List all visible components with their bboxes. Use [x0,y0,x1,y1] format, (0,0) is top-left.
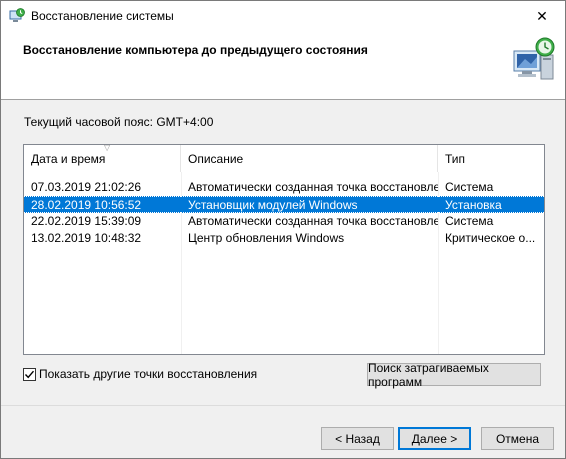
cell-date: 07.03.2019 21:02:26 [31,180,142,194]
cell-type: Система [445,214,494,228]
title-bar[interactable]: Восстановление системы ✕ [1,1,565,31]
show-more-label: Показать другие точки восстановления [39,367,258,381]
timezone-label: Текущий часовой пояс: GMT+4:00 [24,115,214,129]
page-title: Восстановление компьютера до предыдущего… [23,43,368,57]
cancel-button[interactable]: Отмена [481,427,554,450]
column-header-date[interactable]: ▽ Дата и время [24,143,181,172]
sort-down-icon: ▽ [104,143,111,152]
restore-computer-icon [511,37,557,81]
show-more-points-option[interactable]: Показать другие точки восстановления [23,366,257,382]
window-title: Восстановление системы [31,9,174,23]
cell-type: Критическое о... [445,231,536,245]
table-row[interactable]: 07.03.2019 21:02:26 Автоматически созданн… [24,179,544,196]
cell-type: Система [445,180,494,194]
cell-date: 22.02.2019 15:39:09 [31,214,142,228]
scan-affected-programs-button[interactable]: Поиск затрагиваемых программ [367,361,541,389]
checkmark-icon [24,370,35,378]
column-header-description[interactable]: Описание [181,145,438,172]
cell-description: Автоматически созданная точка восстановл… [188,180,438,194]
close-icon: ✕ [536,7,548,24]
table-row[interactable]: 28.02.2019 10:56:52 Установщик модулей Wi… [24,196,544,213]
table-row[interactable]: 13.02.2019 10:48:32 Центр обновления Wind… [24,230,544,247]
cell-date: 13.02.2019 10:48:32 [31,231,142,245]
restore-points-list[interactable]: ▽ Дата и время Описание Тип 07.03.2019 2… [23,144,545,355]
cell-date: 28.02.2019 10:56:52 [24,196,181,213]
cell-description: Центр обновления Windows [188,231,345,245]
next-button[interactable]: Далее > [398,427,471,450]
cell-description: Автоматически созданная точка восстановл… [188,214,438,228]
wizard-footer: < Назад Далее > Отмена [1,406,565,458]
column-header-type[interactable]: Тип [438,145,544,172]
cell-type: Установка [438,196,544,213]
back-button[interactable]: < Назад [321,427,394,450]
close-button[interactable]: ✕ [519,1,565,31]
cell-description: Установщик модулей Windows [181,196,438,213]
system-restore-window: Восстановление системы ✕ Восстановление … [0,0,566,459]
table-row[interactable]: 22.02.2019 15:39:09 Автоматически созданн… [24,213,544,230]
list-header: ▽ Дата и время Описание Тип [24,143,544,172]
wizard-header: Восстановление компьютера до предыдущего… [1,31,565,99]
show-more-checkbox[interactable] [23,367,36,381]
wizard-body: Текущий часовой пояс: GMT+4:00 ▽ Дата и … [1,100,565,405]
system-restore-icon [9,8,25,24]
